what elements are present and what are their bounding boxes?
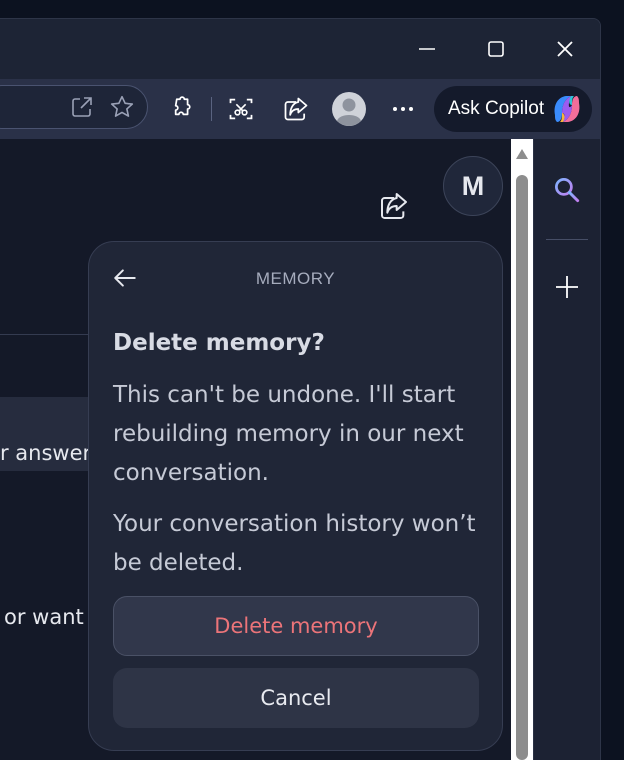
- user-avatar[interactable]: M: [443, 156, 503, 216]
- profile-avatar-icon[interactable]: [331, 91, 367, 127]
- cancel-button[interactable]: Cancel: [113, 668, 479, 728]
- address-bar[interactable]: [0, 85, 148, 129]
- minimize-button[interactable]: [392, 19, 462, 79]
- maximize-button[interactable]: [461, 19, 531, 79]
- ask-copilot-label: Ask Copilot: [448, 98, 545, 119]
- ask-copilot-button[interactable]: Ask Copilot: [434, 86, 592, 132]
- share-icon[interactable]: [282, 95, 310, 123]
- memory-panel-title: MEMORY: [255, 269, 336, 288]
- dialog-note-text: Your conversation history won’t be delet…: [113, 511, 476, 576]
- add-icon[interactable]: [553, 273, 581, 301]
- maximize-icon: [488, 41, 504, 57]
- close-icon: [557, 41, 573, 57]
- sidebar-divider: [546, 239, 588, 240]
- chat-partial-text: or want: [4, 605, 84, 629]
- minimize-icon: [419, 48, 435, 50]
- share-page-icon[interactable]: [378, 190, 410, 222]
- scrollbar-thumb[interactable]: [516, 175, 528, 760]
- divider: [0, 334, 100, 335]
- page-scrollbar[interactable]: [511, 139, 533, 760]
- screenshot-icon[interactable]: [227, 95, 255, 123]
- scroll-up-arrow-icon[interactable]: [515, 148, 529, 160]
- delete-memory-button[interactable]: Delete memory: [113, 596, 479, 656]
- open-external-icon[interactable]: [69, 94, 95, 120]
- copilot-logo-icon: [549, 91, 585, 127]
- close-button[interactable]: [530, 19, 600, 79]
- memory-panel: MEMORY Delete memory? This can't be undo…: [88, 241, 503, 751]
- title-bar: [0, 19, 600, 79]
- dialog-heading: Delete memory?: [113, 330, 325, 356]
- edge-sidebar: [533, 139, 600, 760]
- browser-toolbar: Ask Copilot: [0, 79, 600, 139]
- search-icon[interactable]: [552, 175, 582, 205]
- dialog-body-text: This can't be undone. I'll start rebuild…: [113, 382, 464, 486]
- chat-partial-text: r answer: [0, 441, 92, 465]
- more-icon[interactable]: [390, 96, 416, 122]
- toolbar-separator: [211, 97, 212, 121]
- favorite-star-icon[interactable]: [109, 94, 135, 120]
- extensions-icon[interactable]: [167, 96, 193, 122]
